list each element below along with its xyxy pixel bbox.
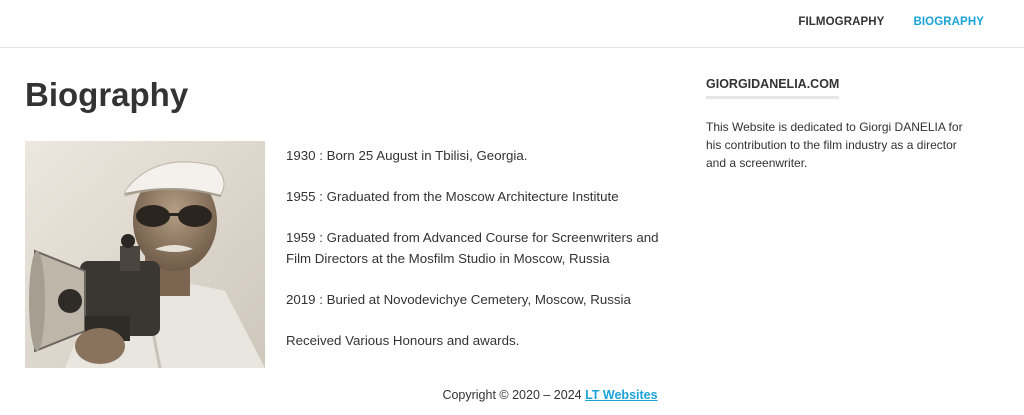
footer-link-lt-websites[interactable]: LT Websites xyxy=(585,388,657,402)
page-title: Biography xyxy=(25,76,189,113)
nav-item-biography[interactable]: BIOGRAPHY xyxy=(913,16,984,28)
main-nav: FILMOGRAPHY BIOGRAPHY xyxy=(798,16,984,28)
sidebar-widget-text: This Website is dedicated to Giorgi DANE… xyxy=(706,120,963,170)
sidebar-widget-title: GIORGIDANELIA.COM xyxy=(706,77,840,99)
bio-entry: 1959 : Graduated from Advanced Course fo… xyxy=(286,230,659,266)
site-header: FILMOGRAPHY BIOGRAPHY xyxy=(0,0,1024,48)
portrait-photo xyxy=(25,141,265,368)
bio-entry: 1955 : Graduated from the Moscow Archite… xyxy=(286,189,619,204)
bio-entry: 1930 : Born 25 August in Tbilisi, Georgi… xyxy=(286,148,528,163)
bio-entry: 2019 : Buried at Novodevichye Cemetery, … xyxy=(286,292,631,307)
site-footer: Copyright © 2020 – 2024 LT Websites xyxy=(0,388,1024,402)
nav-item-filmography[interactable]: FILMOGRAPHY xyxy=(798,16,884,28)
biography-list: 1930 : Born 25 August in Tbilisi, Georgi… xyxy=(286,145,676,371)
bio-entry: Received Various Honours and awards. xyxy=(286,333,520,348)
copyright-text: Copyright © 2020 – 2024 xyxy=(442,388,582,402)
